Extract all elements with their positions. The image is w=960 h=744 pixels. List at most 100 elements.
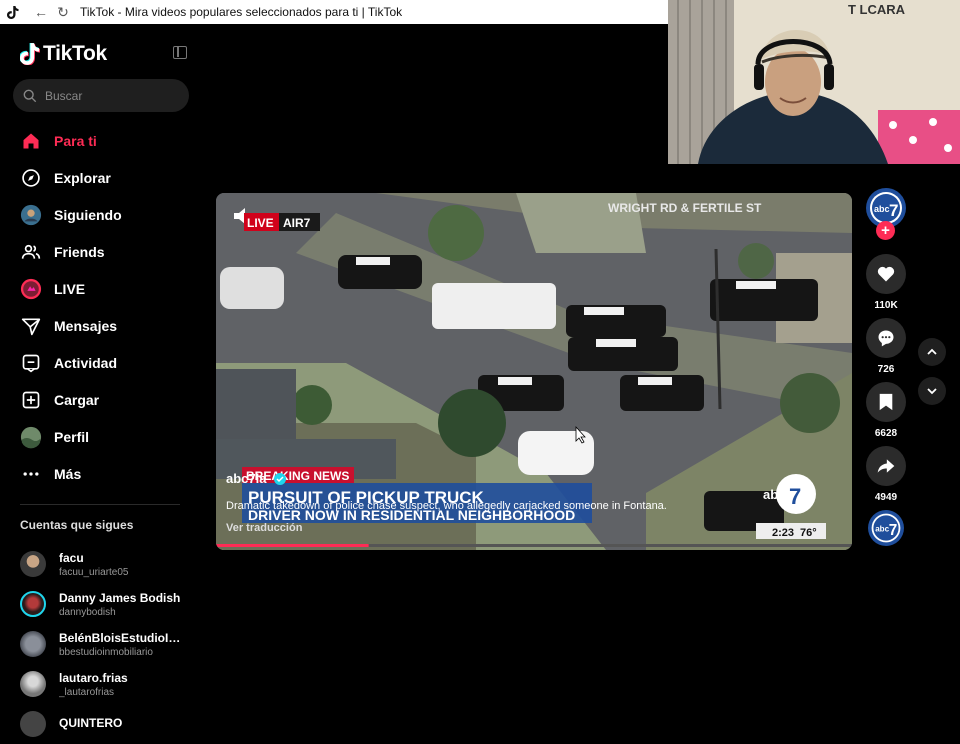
following-account-item[interactable]: Danny James Bodish dannybodish — [20, 584, 195, 624]
save-count: 6628 — [874, 428, 898, 439]
nav-item-cargar[interactable]: Cargar — [0, 381, 200, 418]
chevron-down-icon — [927, 388, 937, 395]
search-box[interactable] — [13, 79, 189, 112]
reload-icon[interactable]: ↻ — [52, 4, 74, 21]
action-column: abc 7 + 110K 726 6628 4949 abc 7 — [862, 188, 910, 546]
abc7-sound-icon: abc 7 — [868, 510, 904, 546]
svg-text:7: 7 — [889, 201, 898, 220]
comment-button[interactable] — [866, 318, 906, 358]
brand-name: TikTok — [43, 42, 107, 65]
account-name: facu — [59, 550, 84, 565]
account-name: lautaro.frias — [59, 670, 128, 685]
friends-icon — [20, 241, 42, 263]
nav-label: LIVE — [54, 280, 86, 297]
profile-avatar-icon — [20, 426, 42, 448]
tiktok-note-icon — [20, 43, 40, 65]
nav-item-para-ti[interactable]: Para ti — [0, 122, 200, 159]
svg-text:abc: abc — [875, 525, 889, 534]
overlay-location: WRIGHT RD & FERTILE ST — [608, 201, 762, 215]
like-button[interactable] — [866, 254, 906, 294]
next-video-button[interactable] — [918, 377, 946, 405]
video-frame: WRIGHT RD & FERTILE ST LIVE AIR7 BREAKIN… — [216, 193, 852, 550]
like-count: 110K — [874, 300, 898, 311]
nav-item-actividad[interactable]: Actividad — [0, 344, 200, 381]
chevron-up-icon — [927, 348, 937, 355]
tiktok-logo[interactable]: TikTok — [20, 42, 107, 66]
svg-text:7: 7 — [789, 484, 801, 509]
account-handle: _lautarofrias — [59, 686, 115, 698]
comment-icon — [878, 330, 894, 347]
comment-action[interactable]: 726 — [862, 318, 910, 382]
follow-plus-icon[interactable]: + — [876, 221, 895, 240]
nav-label: Explorar — [54, 169, 111, 186]
compass-icon — [20, 167, 42, 189]
account-name: Danny James Bodish — [59, 590, 181, 605]
following-section-title: Cuentas que sigues — [20, 518, 134, 532]
comment-count: 726 — [877, 364, 895, 375]
nav-label: Actividad — [54, 354, 118, 371]
nav-item-perfil[interactable]: Perfil — [0, 418, 200, 455]
avatar — [20, 671, 46, 697]
activity-icon — [20, 352, 42, 374]
following-account-item[interactable]: facu facuu_uriarte05 — [20, 544, 195, 584]
nav-label: Siguiendo — [54, 206, 122, 223]
nav-label: Mensajes — [54, 317, 118, 334]
share-arrow-icon — [877, 459, 895, 473]
following-account-item[interactable]: lautaro.frias _lautarofrias — [20, 664, 195, 704]
nav-label: Perfil — [54, 428, 90, 445]
account-handle: facuu_uriarte05 — [59, 566, 129, 578]
nav-item-friends[interactable]: Friends — [0, 233, 200, 270]
nav-item-mensajes[interactable]: Mensajes — [0, 307, 200, 344]
previous-video-button[interactable] — [918, 338, 946, 366]
author-avatar[interactable]: abc 7 + — [862, 188, 910, 240]
browser-title-bar: ← ↻ TikTok - Mira videos populares selec… — [0, 0, 668, 24]
heart-icon — [877, 266, 895, 282]
save-action[interactable]: 6628 — [862, 382, 910, 446]
video-player[interactable]: WRIGHT RD & FERTILE ST LIVE AIR7 BREAKIN… — [216, 193, 852, 550]
temp-text: 76° — [800, 527, 817, 539]
nav-label: Para ti — [54, 132, 97, 149]
nav-label: Más — [54, 465, 82, 482]
avatar — [20, 591, 46, 617]
nav-item-mas[interactable]: Más — [0, 455, 200, 492]
nav-item-siguiendo[interactable]: Siguiendo — [0, 196, 200, 233]
search-input[interactable] — [45, 88, 175, 103]
nav-item-explorar[interactable]: Explorar — [0, 159, 200, 196]
webcam-image: T LCARA — [668, 0, 960, 164]
webcam-overlay: T LCARA — [668, 0, 960, 164]
collapse-sidebar-icon[interactable] — [173, 46, 187, 59]
avatar — [20, 551, 46, 577]
back-arrow-icon[interactable]: ← — [30, 4, 52, 20]
wall-text: T LCARA — [848, 2, 906, 17]
like-action[interactable]: 110K — [862, 254, 910, 318]
translate-link: Ver traducción — [226, 522, 303, 534]
nav-item-live[interactable]: LIVE — [0, 270, 200, 307]
avatar — [20, 711, 46, 737]
live-icon — [20, 278, 42, 300]
send-icon — [20, 315, 42, 337]
nav-label: Friends — [54, 243, 105, 260]
following-avatar-icon — [20, 204, 42, 226]
share-action[interactable]: 4949 — [862, 446, 910, 510]
following-account-item[interactable]: BelénBloisEstudioIn... bbestudioinmobilia… — [20, 624, 195, 664]
account-handle: bbestudioinmobiliario — [59, 646, 153, 658]
account-name: QUINTERO — [59, 716, 123, 730]
abc-bug-text: abc — [763, 487, 785, 502]
clock-text: 2:23 — [772, 527, 794, 539]
svg-text:abc: abc — [874, 204, 890, 214]
following-account-item[interactable]: QUINTERO — [20, 704, 195, 744]
video-description: Dramatic takedown of police chase suspec… — [226, 500, 667, 512]
progress-fill — [216, 544, 369, 547]
video-author: abc7la — [226, 471, 267, 486]
share-button[interactable] — [866, 446, 906, 486]
main-nav: Para ti Explorar Siguiendo Friends LIVE … — [0, 122, 200, 492]
sidebar-divider — [20, 504, 180, 505]
window-title: TikTok - Mira videos populares seleccion… — [80, 5, 403, 19]
save-button[interactable] — [866, 382, 906, 422]
account-name: BelénBloisEstudioIn... — [59, 630, 183, 645]
sound-avatar[interactable]: abc 7 — [862, 510, 910, 546]
home-icon — [20, 130, 42, 152]
svg-text:7: 7 — [889, 522, 898, 539]
sidebar: TikTok Para ti Explorar Siguiendo Friend… — [0, 24, 200, 737]
live-badge: LIVE — [247, 216, 274, 230]
